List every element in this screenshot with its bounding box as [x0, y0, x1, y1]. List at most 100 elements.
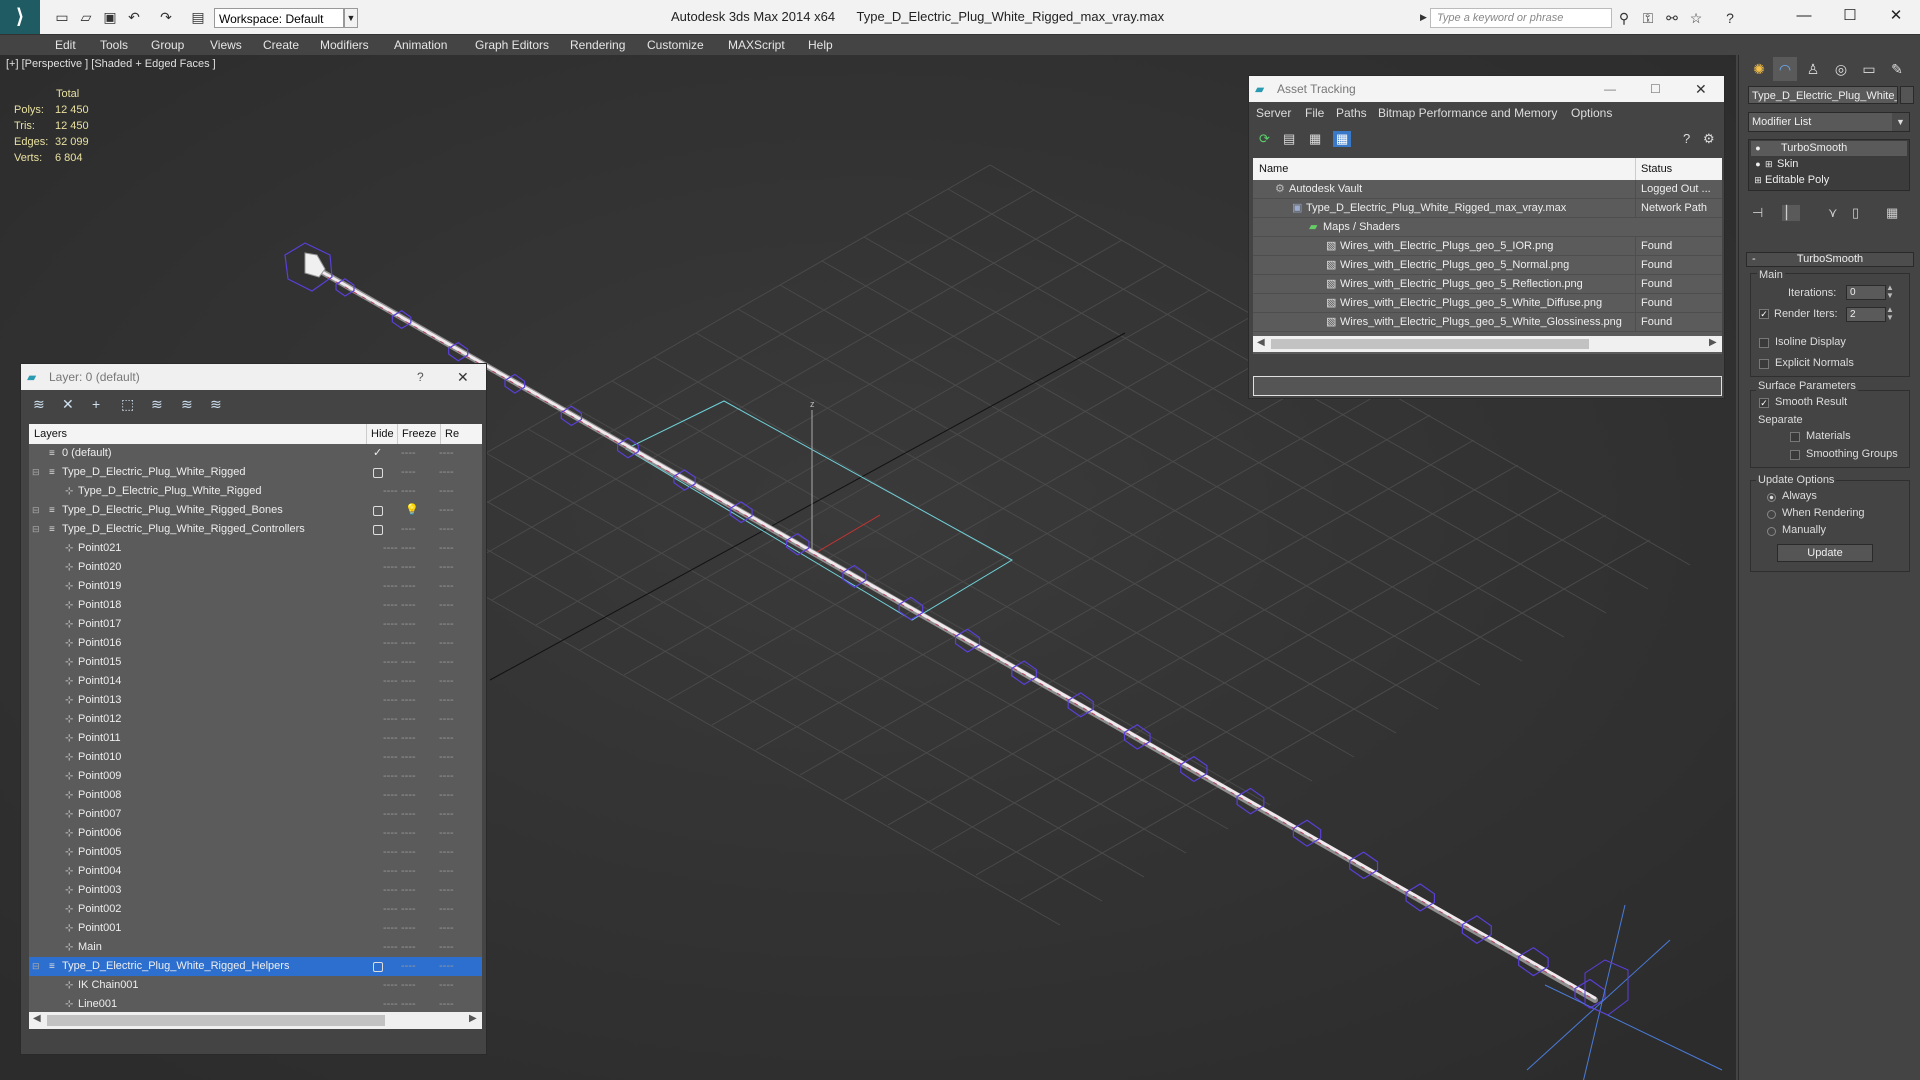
col-status[interactable]: Status	[1635, 158, 1672, 180]
layer-row[interactable]: ⊟ ≡ Type_D_Electric_Plug_White_Rigged_Bone…	[29, 501, 482, 520]
scroll-left-icon[interactable]: ◀	[33, 1013, 41, 1024]
render-toggle[interactable]: ----	[439, 577, 454, 596]
layer-window-titlebar[interactable]: ▰ Layer: 0 (default) ? ✕	[21, 364, 486, 390]
freeze-toggle[interactable]: ----	[401, 653, 416, 672]
hide-toggle[interactable]: ----	[383, 767, 398, 786]
render-toggle[interactable]: ----	[439, 900, 454, 919]
help-icon[interactable]: ?	[1683, 131, 1690, 146]
render-iters-checkbox[interactable]: ✓	[1759, 309, 1769, 319]
add-to-layer-icon[interactable]: +	[92, 396, 100, 412]
col-render[interactable]: Re	[440, 424, 459, 444]
render-toggle[interactable]: ----	[439, 691, 454, 710]
asset-window-titlebar[interactable]: ▰ Asset Tracking — ☐ ✕	[1249, 76, 1724, 102]
table-view-icon[interactable]: ▦	[1309, 131, 1321, 147]
layer-object-row[interactable]: ⊹ Point016 ---- ---- ----	[29, 634, 482, 653]
scroll-left-icon[interactable]: ◀	[1257, 337, 1265, 348]
hide-toggle[interactable]: ----	[383, 786, 398, 805]
configure-sets-icon[interactable]: ▦	[1886, 205, 1898, 221]
freeze-toggle[interactable]: ----	[401, 710, 416, 729]
layer-object-row[interactable]: ⊹ Point021 ---- ---- ----	[29, 539, 482, 558]
explicit-normals-checkbox[interactable]	[1759, 359, 1769, 369]
favorites-star-icon[interactable]: ☆	[1686, 8, 1706, 28]
layer-object-row[interactable]: ⊹ Point018 ---- ---- ----	[29, 596, 482, 615]
render-toggle[interactable]: ----	[439, 501, 454, 520]
asset-list[interactable]: Name Status ⚙ Autodesk Vault Logged Out ..…	[1253, 158, 1722, 354]
freeze-toggle[interactable]: ----	[401, 539, 416, 558]
render-toggle[interactable]: ----	[439, 862, 454, 881]
current-layer-check-icon[interactable]: ✓	[373, 444, 382, 463]
layer-object-row[interactable]: ⊹ Point017 ---- ---- ----	[29, 615, 482, 634]
render-iters-spinner[interactable]: 2	[1846, 307, 1886, 322]
hide-toggle[interactable]: ----	[383, 596, 398, 615]
hide-toggle[interactable]: ----	[383, 672, 398, 691]
render-toggle[interactable]: ----	[439, 729, 454, 748]
create-tab-icon[interactable]: ✺	[1747, 57, 1771, 81]
iterations-spinner[interactable]: 0	[1846, 285, 1886, 300]
render-toggle[interactable]: ----	[439, 843, 454, 862]
layer-object-row[interactable]: ⊹ Point004 ---- ---- ----	[29, 862, 482, 881]
hide-toggle[interactable]: ----	[383, 900, 398, 919]
hide-toggle[interactable]: ----	[383, 482, 398, 501]
asset-horizontal-scrollbar[interactable]: ◀ ▶	[1253, 336, 1722, 352]
freeze-toggle[interactable]: ----	[401, 577, 416, 596]
asset-menu-server[interactable]: Server	[1256, 106, 1291, 120]
close-icon[interactable]: ✕	[1695, 76, 1707, 102]
asset-row[interactable]: ▧ Wires_with_Electric_Plugs_geo_5_IOR.png…	[1253, 237, 1722, 256]
motion-tab-icon[interactable]: ◎	[1829, 57, 1853, 81]
render-toggle[interactable]: ----	[439, 710, 454, 729]
layer-object-row[interactable]: ⊹ Main ---- ---- ----	[29, 938, 482, 957]
freeze-toggle[interactable]: ----	[401, 615, 416, 634]
col-freeze[interactable]: Freeze	[397, 424, 436, 444]
freeze-toggle[interactable]: ----	[401, 900, 416, 919]
hide-toggle[interactable]: ----	[383, 824, 398, 843]
layer-object-row[interactable]: ⊹ IK Chain001 ---- ---- ----	[29, 976, 482, 995]
redo-icon[interactable]: ↷	[156, 8, 176, 26]
col-hide[interactable]: Hide	[366, 424, 394, 444]
display-tab-icon[interactable]: ▭	[1857, 57, 1881, 81]
freeze-toggle[interactable]: ----	[401, 862, 416, 881]
help-icon[interactable]: ?	[417, 364, 424, 390]
render-toggle[interactable]: ----	[439, 824, 454, 843]
freeze-toggle[interactable]: ----	[401, 957, 416, 976]
freeze-toggle[interactable]: ----	[401, 729, 416, 748]
freeze-toggle[interactable]: ----	[401, 482, 416, 501]
menu-create[interactable]: Create	[263, 35, 299, 55]
freeze-toggle[interactable]: ----	[401, 558, 416, 577]
separate-materials-checkbox[interactable]	[1790, 432, 1800, 442]
layer-object-row[interactable]: ⊹ Point012 ---- ---- ----	[29, 710, 482, 729]
scrollbar-thumb[interactable]	[47, 1015, 385, 1026]
render-toggle[interactable]: ----	[439, 634, 454, 653]
menu-modifiers[interactable]: Modifiers	[320, 35, 369, 55]
separate-smoothing-groups-checkbox[interactable]	[1790, 450, 1800, 460]
update-when-rendering-radio[interactable]	[1767, 510, 1776, 519]
hide-toggle[interactable]: ----	[383, 976, 398, 995]
hide-toggle-box[interactable]	[373, 506, 383, 516]
menu-customize[interactable]: Customize	[647, 35, 704, 55]
hide-toggle[interactable]: ----	[383, 919, 398, 938]
hide-toggle[interactable]: ----	[383, 691, 398, 710]
layer-row[interactable]: ⊟ ≡ Type_D_Electric_Plug_White_Rigged_Help…	[29, 957, 482, 976]
asset-row[interactable]: ▧ Wires_with_Electric_Plugs_geo_5_Normal.…	[1253, 256, 1722, 275]
render-toggle[interactable]: ----	[439, 786, 454, 805]
stack-item-skin[interactable]: ● ⊞ Skin	[1751, 157, 1907, 172]
layer-object-row[interactable]: ⊹ Point014 ---- ---- ----	[29, 672, 482, 691]
make-unique-icon[interactable]: ⋎	[1828, 205, 1838, 221]
menu-rendering[interactable]: Rendering	[570, 35, 625, 55]
render-toggle[interactable]: ----	[439, 520, 454, 539]
freeze-toggle[interactable]: ----	[401, 634, 416, 653]
menu-tools[interactable]: Tools	[100, 35, 128, 55]
help-icon[interactable]: ?	[1720, 8, 1740, 28]
hide-all-icon[interactable]: ≋	[181, 396, 193, 413]
close-icon[interactable]: ✕	[457, 364, 469, 390]
menu-graph-editors[interactable]: Graph Editors	[475, 35, 549, 55]
freeze-toggle[interactable]: ----	[401, 672, 416, 691]
lightbulb-icon[interactable]: 💡	[405, 501, 419, 520]
highlight-layer-icon[interactable]: ≋	[151, 396, 163, 413]
hide-toggle-box[interactable]	[373, 962, 383, 972]
layer-row[interactable]: ≡ 0 (default) ✓ ---- ----	[29, 444, 482, 463]
scroll-right-icon[interactable]: ▶	[469, 1013, 477, 1024]
new-file-icon[interactable]: ▭	[52, 8, 72, 26]
layer-object-row[interactable]: ⊹ Point006 ---- ---- ----	[29, 824, 482, 843]
refresh-icon[interactable]: ⟳	[1259, 131, 1270, 147]
hide-toggle[interactable]: ----	[383, 881, 398, 900]
